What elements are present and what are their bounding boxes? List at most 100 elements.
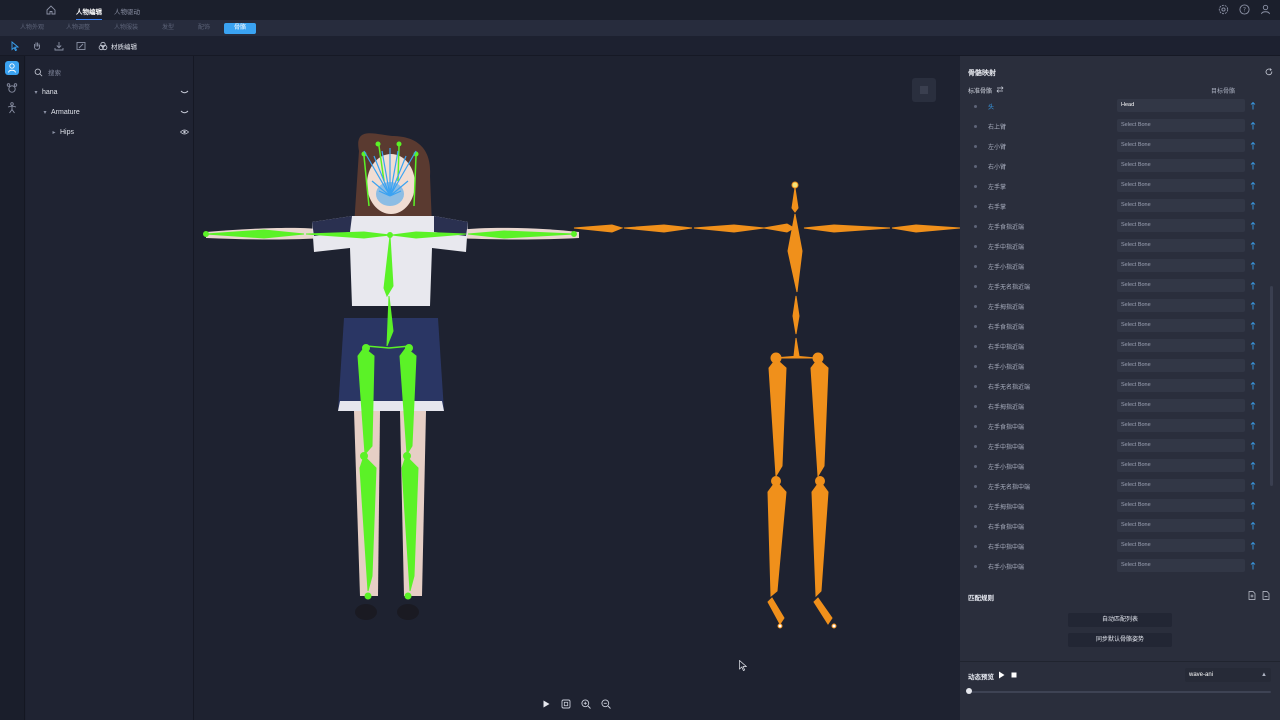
bone-select[interactable]: Select Bone [1117, 119, 1245, 132]
pin-icon[interactable] [1250, 262, 1256, 270]
pin-icon[interactable] [1250, 522, 1256, 530]
bone-select[interactable]: Select Bone [1117, 279, 1245, 292]
bone-select[interactable]: Select Bone [1117, 419, 1245, 432]
bone-select[interactable]: Select Bone [1117, 319, 1245, 332]
pin-icon[interactable] [1250, 442, 1256, 450]
3d-viewport[interactable] [194, 56, 960, 720]
pin-icon[interactable] [1250, 162, 1256, 170]
pin-icon[interactable] [1250, 482, 1256, 490]
subtab-appearance[interactable]: 人物外观 [16, 23, 48, 34]
hand-tool-icon[interactable] [31, 40, 43, 52]
bone-select[interactable]: Select Bone [1117, 299, 1245, 312]
panel-title: 骨骼映射 [968, 70, 996, 77]
collapse-icon[interactable] [180, 88, 189, 96]
export-icon[interactable] [1262, 591, 1270, 600]
pin-icon[interactable] [1250, 462, 1256, 470]
visibility-eye-icon[interactable] [180, 128, 189, 136]
bone-select[interactable]: Select Bone [1117, 219, 1245, 232]
bone-name: 左手掌 [988, 185, 1007, 191]
pin-icon[interactable] [1250, 102, 1256, 110]
pin-icon[interactable] [1250, 542, 1256, 550]
expand-chevron-icon[interactable]: ▾ [41, 109, 49, 116]
subtab-adjust[interactable]: 人物调整 [62, 23, 94, 34]
tab-character-edit[interactable]: 人物编辑 [76, 6, 102, 21]
subtab-hair[interactable]: 发型 [158, 23, 178, 34]
subtab-accessories[interactable]: 配饰 [194, 23, 214, 34]
bone-select[interactable]: Select Bone [1117, 239, 1245, 252]
timeline-knob[interactable] [966, 688, 972, 694]
bone-select[interactable]: Head [1117, 99, 1245, 112]
bone-select[interactable]: Select Bone [1117, 159, 1245, 172]
bone-select[interactable]: Select Bone [1117, 499, 1245, 512]
tab-character-drive[interactable]: 人物驱动 [114, 6, 140, 16]
bone-select[interactable]: Select Bone [1117, 199, 1245, 212]
pin-icon[interactable] [1250, 322, 1256, 330]
zoom-out-icon[interactable] [600, 698, 612, 710]
animation-select[interactable]: wave-ani ▲ [1185, 668, 1271, 682]
bone-select[interactable]: Select Bone [1117, 339, 1245, 352]
pin-icon[interactable] [1250, 302, 1256, 310]
settings-icon[interactable] [1217, 3, 1230, 16]
rail-character-button[interactable] [5, 61, 19, 75]
pin-icon[interactable] [1250, 242, 1256, 250]
pin-icon[interactable] [1250, 502, 1256, 510]
user-icon[interactable] [1259, 3, 1272, 16]
pin-icon[interactable] [1250, 562, 1256, 570]
help-icon[interactable]: ? [1238, 3, 1251, 16]
bone-list-scrollbar[interactable] [1270, 286, 1273, 486]
play-icon[interactable] [998, 671, 1005, 679]
bone-select[interactable]: Select Bone [1117, 379, 1245, 392]
bone-select[interactable]: Select Bone [1117, 259, 1245, 272]
expand-chevron-icon[interactable]: ▾ [32, 89, 40, 96]
timeline-track[interactable] [968, 691, 1271, 693]
import-icon[interactable] [1248, 591, 1256, 600]
tree-row-armature[interactable]: ▾ Armature [26, 104, 194, 120]
pin-icon[interactable] [1250, 342, 1256, 350]
material-edit-button[interactable]: 材质编辑 [98, 41, 137, 51]
outliner-search[interactable]: 搜索 [34, 66, 184, 78]
pin-icon[interactable] [1250, 182, 1256, 190]
tree-row-hips[interactable]: ▸ Hips [26, 124, 194, 140]
bone-select[interactable]: Select Bone [1117, 399, 1245, 412]
pin-icon[interactable] [1250, 382, 1256, 390]
pin-icon[interactable] [1250, 422, 1256, 430]
rail-animal-button[interactable] [5, 81, 19, 95]
frame-icon[interactable] [75, 40, 87, 52]
refresh-icon[interactable] [1265, 68, 1273, 76]
bone-select[interactable]: Select Bone [1117, 179, 1245, 192]
auto-match-button[interactable]: 自动匹配列表 [1068, 613, 1172, 627]
home-icon[interactable] [45, 4, 57, 16]
download-icon[interactable] [53, 40, 65, 52]
subtab-clothing[interactable]: 人物服装 [110, 23, 142, 34]
tree-row-hana[interactable]: ▾ hana [26, 84, 194, 100]
bone-select[interactable]: Select Bone [1117, 539, 1245, 552]
pin-icon[interactable] [1250, 142, 1256, 150]
pin-icon[interactable] [1250, 202, 1256, 210]
rail-pose-button[interactable] [5, 101, 19, 115]
bullet [974, 265, 977, 268]
bone-select[interactable]: Select Bone [1117, 479, 1245, 492]
sync-pose-button[interactable]: 同步默认骨骼姿势 [1068, 633, 1172, 647]
collapse-icon[interactable] [180, 108, 189, 116]
fit-view-icon[interactable] [560, 698, 572, 710]
stop-icon[interactable] [1011, 672, 1017, 678]
bone-select[interactable]: Select Bone [1117, 139, 1245, 152]
bone-select[interactable]: Select Bone [1117, 519, 1245, 532]
zoom-in-icon[interactable] [580, 698, 592, 710]
bone-select[interactable]: Select Bone [1117, 459, 1245, 472]
pin-icon[interactable] [1250, 402, 1256, 410]
bone-select[interactable]: Select Bone [1117, 359, 1245, 372]
swap-icon[interactable] [996, 86, 1004, 93]
pin-icon[interactable] [1250, 222, 1256, 230]
select-tool-icon[interactable] [9, 40, 21, 52]
pin-icon[interactable] [1250, 362, 1256, 370]
pin-icon[interactable] [1250, 122, 1256, 130]
pin-icon[interactable] [1250, 282, 1256, 290]
expand-chevron-icon[interactable]: ▸ [50, 129, 58, 136]
bone-select[interactable]: Select Bone [1117, 439, 1245, 452]
bone-row: 左手无名指中端 Select Bone [960, 476, 1280, 496]
bone-select[interactable]: Select Bone [1117, 559, 1245, 572]
bone-row: 右上臂 Select Bone [960, 116, 1280, 136]
play-icon[interactable] [540, 698, 552, 710]
subtab-bones[interactable]: 骨骼 [224, 23, 256, 34]
